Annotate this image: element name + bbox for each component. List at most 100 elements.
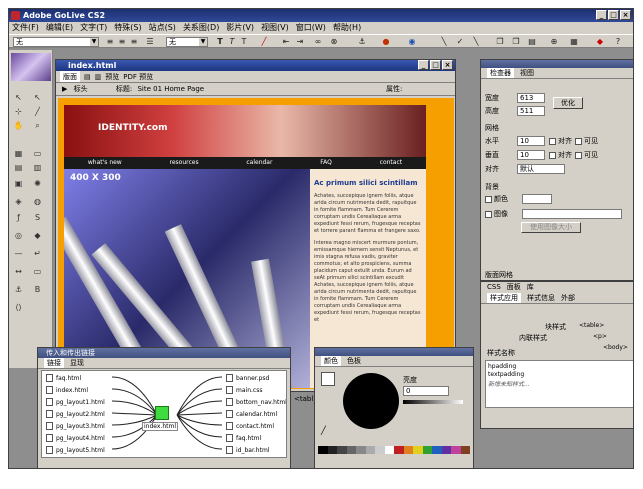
menu-movie[interactable]: 影片(V) bbox=[226, 22, 254, 34]
windows-icon[interactable]: ❐ bbox=[511, 37, 521, 47]
h-visible-checkbox[interactable] bbox=[575, 137, 582, 145]
incoming-link[interactable]: pg_layout5.html bbox=[46, 446, 105, 454]
color-well[interactable] bbox=[321, 372, 335, 386]
menu-site[interactable]: 站点(S) bbox=[149, 22, 176, 34]
breadcrumb[interactable]: 标头 bbox=[74, 85, 88, 93]
spacer-icon[interactable]: ↔ bbox=[12, 266, 25, 278]
pen2-icon[interactable]: ╲ bbox=[471, 37, 481, 47]
smart-object-icon[interactable]: ◈ bbox=[12, 196, 25, 208]
tab-inspector[interactable]: 检查器 bbox=[487, 68, 514, 78]
align-right-icon[interactable]: ≡ bbox=[129, 37, 139, 47]
style-row[interactable]: textpadding bbox=[488, 371, 524, 378]
preview-icon[interactable]: ● bbox=[381, 37, 391, 47]
outgoing-link[interactable]: id_bar.html bbox=[226, 446, 269, 454]
anchor-icon[interactable]: ⚓ bbox=[357, 37, 367, 47]
swatch[interactable] bbox=[394, 446, 404, 454]
tab-pdf-preview[interactable]: PDF 预览 bbox=[123, 71, 153, 82]
hand-tool-icon[interactable]: ✋ bbox=[12, 120, 25, 132]
align-left-icon[interactable]: ≡ bbox=[105, 37, 115, 47]
swatch[interactable] bbox=[365, 446, 375, 454]
browser-icon[interactable]: ◉ bbox=[407, 37, 417, 47]
tab-external[interactable]: 外部 bbox=[561, 293, 575, 303]
layout-canvas[interactable]: IDENTITY.com what's new resources calend… bbox=[58, 98, 454, 389]
maximize-button[interactable]: □ bbox=[608, 10, 619, 20]
line-break-icon[interactable]: ↵ bbox=[31, 248, 44, 260]
swatch[interactable] bbox=[346, 446, 356, 454]
swatch[interactable] bbox=[441, 446, 451, 454]
swatch[interactable] bbox=[318, 446, 328, 454]
tab-style-apply[interactable]: 样式应用 bbox=[487, 293, 521, 303]
swatch[interactable] bbox=[356, 446, 366, 454]
align-center-icon[interactable]: ≡ bbox=[117, 37, 127, 47]
tab-source-icon[interactable]: ▤ bbox=[84, 71, 91, 82]
text-color-icon[interactable]: ╱ bbox=[259, 37, 269, 47]
br-icon[interactable]: B bbox=[31, 284, 44, 296]
menu-view[interactable]: 视图(V) bbox=[261, 22, 289, 34]
canvas-scrollbar[interactable] bbox=[444, 98, 452, 389]
doc-minimize-button[interactable]: _ bbox=[418, 60, 429, 70]
outgoing-link[interactable]: contact.html bbox=[226, 422, 274, 430]
optimize-button[interactable]: 优化 bbox=[553, 97, 583, 109]
check-icon[interactable]: ✓ bbox=[455, 37, 465, 47]
swatch[interactable] bbox=[432, 446, 442, 454]
menu-window[interactable]: 窗口(W) bbox=[296, 22, 326, 34]
italic-icon[interactable]: T bbox=[227, 37, 237, 47]
link-icon[interactable]: ∞ bbox=[313, 37, 323, 47]
color-checkbox[interactable] bbox=[485, 195, 492, 203]
nav-contact[interactable]: contact bbox=[380, 157, 402, 169]
swatch[interactable] bbox=[413, 446, 423, 454]
horizontal-line-icon[interactable]: — bbox=[12, 248, 25, 260]
tab-color[interactable]: 颜色 bbox=[321, 356, 341, 366]
use-image-size-button[interactable]: 使用图像大小 bbox=[521, 222, 581, 233]
v-snap-checkbox[interactable] bbox=[549, 151, 556, 159]
paragraph-format-select[interactable]: 无 ▼ bbox=[13, 37, 99, 47]
incoming-link[interactable]: faq.html bbox=[46, 374, 81, 382]
nav-resources[interactable]: resources bbox=[170, 157, 199, 169]
tab-library[interactable]: 库 bbox=[527, 282, 534, 293]
comment-icon[interactable]: ▭ bbox=[31, 266, 44, 278]
menu-file[interactable]: 文件(F) bbox=[12, 22, 39, 34]
swatch[interactable] bbox=[327, 446, 337, 454]
image-icon[interactable]: ▣ bbox=[12, 178, 25, 190]
image-path-field[interactable] bbox=[522, 209, 622, 219]
teletype-icon[interactable]: T bbox=[239, 37, 249, 47]
incoming-link[interactable]: index.html bbox=[46, 386, 88, 394]
horizontal-grid-input[interactable]: 10 bbox=[517, 136, 545, 146]
zoom-tool-icon[interactable]: ⌕ bbox=[31, 120, 44, 132]
window-icon[interactable]: ❐ bbox=[495, 37, 505, 47]
outgoing-link[interactable]: calendar.html bbox=[226, 410, 277, 418]
swatch[interactable] bbox=[451, 446, 461, 454]
swatch[interactable] bbox=[422, 446, 432, 454]
crop-tool-icon[interactable]: ⊹ bbox=[12, 106, 25, 118]
align-select[interactable]: 默认 bbox=[517, 164, 565, 174]
tab-view[interactable]: 视图 bbox=[520, 68, 534, 78]
doc-maximize-button[interactable]: □ bbox=[430, 60, 441, 70]
swatch[interactable] bbox=[337, 446, 347, 454]
tab-swatches[interactable]: 色板 bbox=[347, 356, 361, 366]
menu-help[interactable]: 帮助(H) bbox=[333, 22, 361, 34]
vertical-grid-input[interactable]: 10 bbox=[517, 150, 545, 160]
minimize-button[interactable]: _ bbox=[596, 10, 607, 20]
bold-icon[interactable]: T bbox=[215, 37, 225, 47]
incoming-link[interactable]: pg_layout3.html bbox=[46, 422, 105, 430]
swatch[interactable] bbox=[375, 446, 385, 454]
tab-panel[interactable]: 面板 bbox=[507, 282, 521, 293]
nav-whats-new[interactable]: what's new bbox=[88, 157, 122, 169]
breadcrumb-arrow-icon[interactable]: ▶ bbox=[62, 85, 67, 93]
outgoing-link[interactable]: bottom_nav.html bbox=[226, 398, 286, 406]
incoming-link[interactable]: pg_layout2.html bbox=[46, 410, 105, 418]
layer-icon[interactable]: ▥ bbox=[31, 162, 44, 174]
help-icon[interactable]: ? bbox=[613, 37, 623, 47]
layout-text-box-icon[interactable]: ▭ bbox=[31, 148, 44, 160]
brightness-input[interactable]: 0 bbox=[403, 386, 449, 396]
tab-appearance[interactable]: 显现 bbox=[70, 358, 84, 368]
tab-layout[interactable]: 版面 bbox=[60, 71, 80, 82]
tab-split-icon[interactable]: ▥ bbox=[95, 71, 102, 82]
center-page-icon[interactable] bbox=[155, 406, 169, 420]
list-icon[interactable]: ☰ bbox=[145, 37, 155, 47]
menu-diagram[interactable]: 关系图(D) bbox=[183, 22, 219, 34]
form-icon[interactable]: ◎ bbox=[12, 230, 25, 242]
outgoing-link[interactable]: main.css bbox=[226, 386, 262, 394]
color-wheel[interactable] bbox=[343, 373, 399, 429]
nav-calendar[interactable]: calendar bbox=[246, 157, 272, 169]
